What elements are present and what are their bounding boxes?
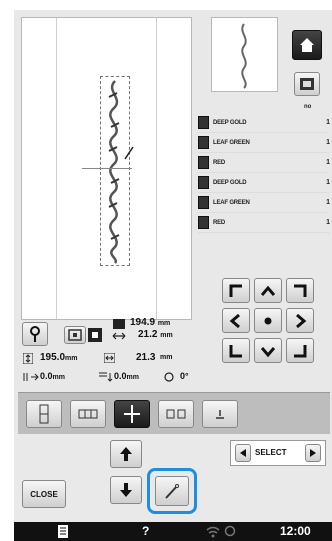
- thread-color-item: DEEP GOLD 1: [198, 173, 330, 193]
- width-icon: [104, 353, 115, 363]
- horizontal-spacing-button[interactable]: [158, 400, 194, 428]
- total-width-unit: mm: [160, 354, 173, 361]
- pin-icon: [30, 326, 40, 342]
- menu-icon[interactable]: [58, 525, 68, 538]
- offset-x-unit: mm: [52, 374, 65, 381]
- chevron-up-icon: [261, 285, 275, 296]
- close-button[interactable]: CLOSE: [22, 480, 66, 508]
- embroidery-design-pattern: [108, 80, 120, 264]
- move-right-button[interactable]: [286, 308, 314, 333]
- thread-color-list: DEEP GOLD 1 LEAF GREEN 1 RED 1 DEEP GOLD 1 L…: [198, 113, 330, 233]
- cut-line-icon: [216, 410, 224, 419]
- height-icon: [23, 353, 33, 364]
- select-prev-button[interactable]: [235, 444, 251, 462]
- offset-x-icon: [23, 373, 39, 381]
- edit-stitch-button[interactable]: [155, 476, 189, 506]
- arrow-down-icon: [120, 483, 132, 497]
- center-dot-icon: [264, 317, 272, 324]
- clock-time: 12:00: [280, 524, 311, 538]
- corner-up-left-icon: [229, 284, 242, 297]
- offset-y-unit: mm: [126, 374, 139, 381]
- move-down-right-button[interactable]: [286, 338, 314, 363]
- total-height-unit: mm: [65, 355, 78, 362]
- select-next-button[interactable]: [305, 444, 321, 462]
- pin-button[interactable]: [22, 322, 48, 346]
- wireless-icon: [206, 526, 220, 538]
- refresh-icon: [224, 525, 236, 537]
- offset-y-value: 0.0: [114, 371, 127, 381]
- needle-position-icon: [124, 146, 134, 160]
- chevron-down-icon: [261, 346, 275, 357]
- thread-color-item: LEAF GREEN 1: [198, 133, 330, 153]
- select-label: SELECT: [255, 448, 287, 457]
- chevron-left-icon: [229, 313, 240, 328]
- needle-icon: [165, 484, 179, 499]
- triangle-left-icon: [240, 449, 246, 457]
- embroidery-edit-screen: no DEEP GOLD 1 LEAF GREEN 1 RED 1 DEEP GOLD…: [14, 10, 332, 541]
- horizontal-spacing-icon: [166, 409, 186, 419]
- design-height-unit: mm: [160, 332, 173, 339]
- move-up-right-button[interactable]: [286, 278, 314, 303]
- offset-y-icon: [99, 372, 113, 382]
- corner-down-left-icon: [229, 344, 242, 357]
- design-preview: [21, 17, 192, 320]
- color-swatch: [198, 156, 209, 169]
- design-width-value: 194.9: [130, 317, 156, 328]
- home-icon: [300, 38, 314, 52]
- horizontal-repeat-button[interactable]: [70, 400, 106, 428]
- vertical-spacing-button[interactable]: [114, 400, 150, 428]
- color-swatch: [198, 116, 209, 129]
- color-swatch: [198, 216, 209, 229]
- help-icon[interactable]: ?: [142, 524, 149, 538]
- image-icon: [300, 78, 314, 90]
- center-button[interactable]: [254, 308, 282, 333]
- vertical-repeat-icon: [39, 404, 49, 424]
- move-down-left-button[interactable]: [222, 338, 250, 363]
- select-control: SELECT: [230, 440, 326, 466]
- thread-color-item: RED 1: [198, 153, 330, 173]
- width-arrow-icon: [112, 332, 126, 340]
- offset-x-value: 0.0: [40, 371, 53, 381]
- color-swatch: [198, 176, 209, 189]
- chevron-right-icon: [296, 313, 307, 328]
- thread-color-item: DEEP GOLD 1: [198, 113, 330, 133]
- move-down-order-button[interactable]: [110, 476, 142, 504]
- move-up-order-button[interactable]: [110, 440, 142, 468]
- vertical-repeat-button[interactable]: [26, 400, 62, 428]
- arrow-up-icon: [120, 447, 132, 461]
- vertical-spacing-icon: [124, 405, 140, 423]
- thread-count-header: no: [304, 104, 312, 110]
- corner-down-right-icon: [294, 344, 307, 357]
- total-width-value: 21.3: [136, 352, 156, 363]
- move-left-button[interactable]: [222, 308, 250, 333]
- design-width-unit: mm: [157, 320, 171, 327]
- design-outline: [100, 76, 130, 266]
- design-thumbnail: [211, 17, 278, 92]
- total-height-value: 195.0: [40, 352, 66, 363]
- design-height-value: 21.2: [138, 329, 158, 340]
- edit-toolbar: [18, 392, 330, 436]
- thread-color-item: LEAF GREEN 1: [198, 193, 330, 213]
- rotate-icon: [164, 372, 174, 382]
- size-icon: [113, 319, 125, 329]
- corner-up-right-icon: [294, 284, 307, 297]
- thread-color-item: RED 1: [198, 213, 330, 233]
- color-swatch: [198, 136, 209, 149]
- cut-line-button[interactable]: [202, 400, 238, 428]
- move-down-button[interactable]: [254, 338, 282, 363]
- hoop-icon: [88, 328, 102, 342]
- move-up-left-button[interactable]: [222, 278, 250, 303]
- status-bar: ? 12:00: [14, 522, 332, 541]
- angle-value: 0°: [180, 371, 189, 381]
- horizontal-repeat-icon: [78, 409, 98, 419]
- color-swatch: [198, 196, 209, 209]
- home-button[interactable]: [292, 30, 322, 60]
- frame-icon: [68, 329, 82, 341]
- image-view-button[interactable]: [294, 72, 320, 96]
- frame-button[interactable]: [64, 326, 86, 344]
- triangle-right-icon: [310, 449, 316, 457]
- move-up-button[interactable]: [254, 278, 282, 303]
- center-crosshair: [82, 168, 132, 169]
